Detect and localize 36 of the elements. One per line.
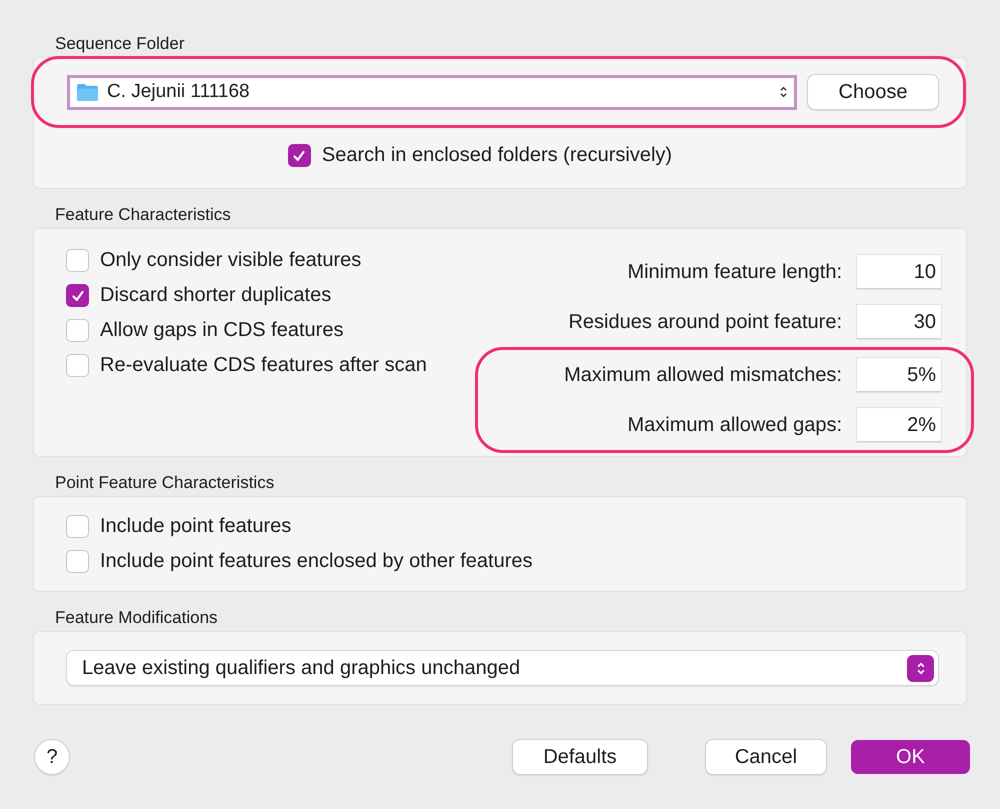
section-title: Point Feature Characteristics xyxy=(54,473,276,493)
number-field[interactable]: 2% xyxy=(857,408,941,442)
field-label: Maximum allowed mismatches: xyxy=(564,363,842,387)
ok-button[interactable]: OK xyxy=(851,740,970,774)
checkbox-label: Include point features xyxy=(100,515,292,538)
section-title: Feature Characteristics xyxy=(54,205,232,225)
number-field[interactable]: 5% xyxy=(857,358,941,392)
checkbox[interactable] xyxy=(66,284,89,307)
checkbox-label: Allow gaps in CDS features xyxy=(100,319,344,342)
checkbox[interactable] xyxy=(288,144,311,167)
checkbox-label: Include point features enclosed by other features xyxy=(100,550,532,573)
cancel-button[interactable]: Cancel xyxy=(706,740,826,774)
field-label: Minimum feature length: xyxy=(627,260,842,284)
choose-button[interactable]: Choose xyxy=(808,75,938,109)
defaults-button[interactable]: Defaults xyxy=(513,740,647,774)
checkbox-label: Re-evaluate CDS features after scan xyxy=(100,354,427,377)
checkbox-label: Discard shorter duplicates xyxy=(100,284,332,307)
dropdown[interactable]: Leave existing qualifiers and graphics unchanged xyxy=(67,651,938,685)
field-label: Residues around point feature: xyxy=(568,310,842,334)
help-button[interactable]: ? xyxy=(35,740,69,774)
checkbox[interactable] xyxy=(66,319,89,342)
checkbox[interactable] xyxy=(66,550,89,573)
folder-icon xyxy=(76,82,99,102)
checkbox[interactable] xyxy=(66,354,89,377)
checkbox[interactable] xyxy=(66,249,89,272)
checkbox-label: Only consider visible features xyxy=(100,249,362,272)
checkbox-label: Search in enclosed folders (recursively) xyxy=(322,144,672,167)
chevron-icon xyxy=(907,654,934,682)
number-field[interactable]: 10 xyxy=(857,255,941,289)
chevron-icon xyxy=(779,85,788,99)
section-title: Sequence Folder xyxy=(54,34,186,54)
folder-popup[interactable]: C. Jejunii 111168 xyxy=(67,74,797,110)
section-title: Feature Modifications xyxy=(54,608,219,628)
checkbox[interactable] xyxy=(66,515,89,538)
number-field[interactable]: 30 xyxy=(857,305,941,339)
field-label: Maximum allowed gaps: xyxy=(627,413,842,437)
